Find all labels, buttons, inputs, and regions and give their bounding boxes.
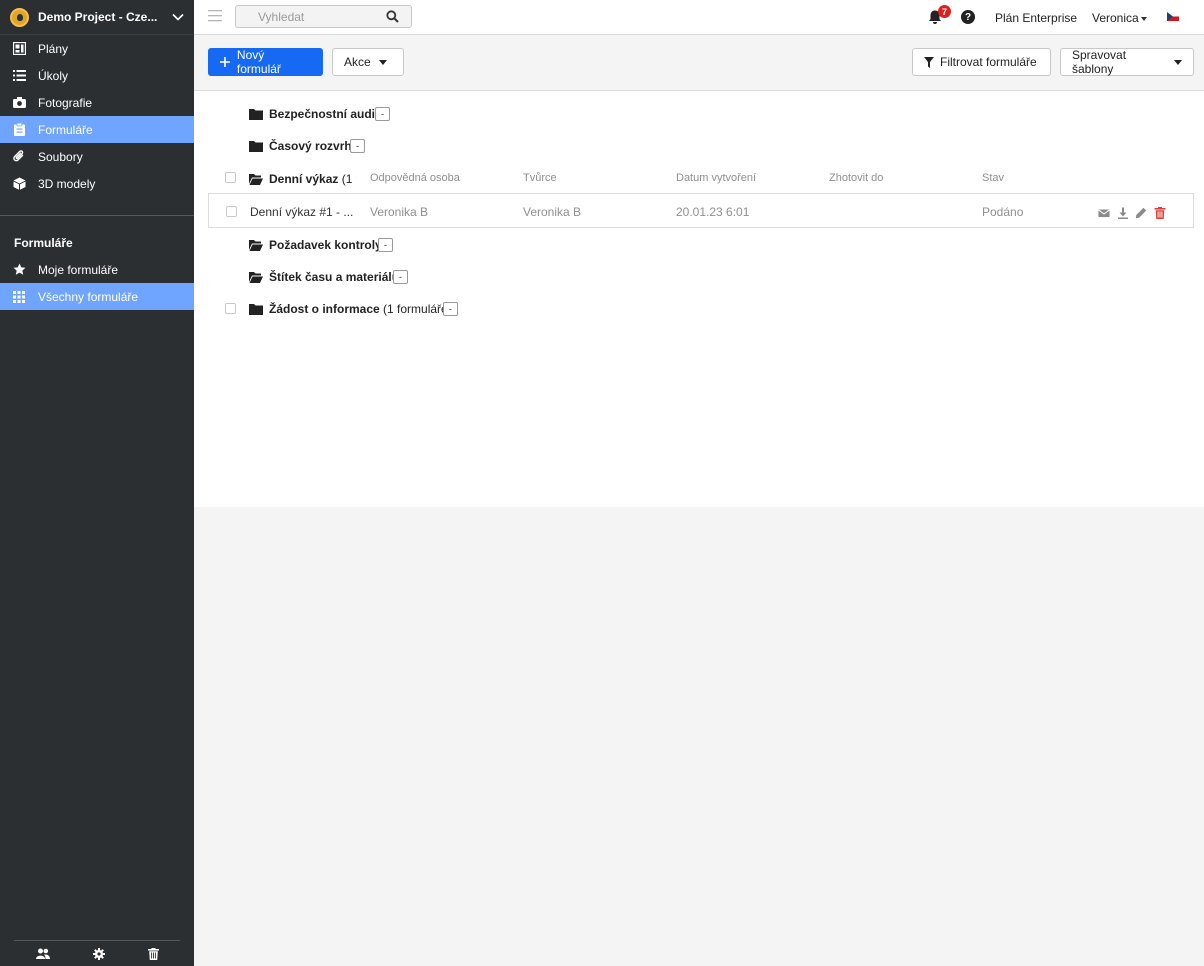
sidebar-footer <box>14 940 180 966</box>
sidebar-item-label: 3D modely <box>38 176 96 191</box>
folder-checkbox[interactable] <box>225 303 236 314</box>
actions-dropdown[interactable]: Akce <box>332 48 404 76</box>
plus-icon <box>220 57 230 67</box>
folder-count: (1 fo <box>341 172 356 186</box>
sidebar-item-label: Moje formuláře <box>38 262 119 277</box>
folder-collapse-button[interactable]: - <box>443 302 458 316</box>
star-icon <box>12 263 26 277</box>
folder-name: Bezpečnostní audit <box>269 107 380 121</box>
sidebar-item-files[interactable]: Soubory <box>0 143 194 170</box>
sidebar-item-3d-models[interactable]: 3D modely <box>0 170 194 197</box>
column-header-due[interactable]: Zhotovit do <box>829 172 883 184</box>
help-icon[interactable]: ? <box>961 10 975 24</box>
row-checkbox[interactable] <box>226 206 237 217</box>
form-name[interactable]: Denní výkaz #1 - ... <box>250 205 353 219</box>
plan-link[interactable]: Plán Enterprise <box>995 11 1077 25</box>
gear-icon[interactable] <box>92 947 105 960</box>
top-bar: 7 ? Plán Enterprise Veronica <box>194 0 1204 35</box>
column-header-creator[interactable]: Tvůrce <box>523 172 557 184</box>
sidebar-item-photos[interactable]: Fotografie <box>0 89 194 116</box>
sidebar-item-tasks[interactable]: Úkoly <box>0 62 194 89</box>
folder-icon <box>249 141 263 152</box>
caret-down-icon <box>378 59 387 65</box>
paperclip-icon <box>12 150 26 164</box>
column-header-assignee[interactable]: Odpovědná osoba <box>370 172 460 184</box>
clipboard-icon <box>12 123 26 137</box>
folder-collapse-button[interactable]: - <box>350 139 365 153</box>
column-header-status[interactable]: Stav <box>982 172 1004 184</box>
czech-flag-icon[interactable] <box>1167 12 1179 21</box>
filter-forms-button[interactable]: Filtrovat formuláře <box>912 48 1051 76</box>
folder-collapse-button[interactable]: - <box>378 238 393 252</box>
download-icon[interactable] <box>1117 207 1129 219</box>
email-icon[interactable] <box>1098 207 1110 219</box>
sidebar-item-my-forms[interactable]: Moje formuláře <box>0 256 194 283</box>
manage-templates-dropdown[interactable]: Spravovat šablony <box>1060 48 1194 76</box>
sidebar: Demo Project - Cze... Plány Úkoly Fotogr… <box>0 0 194 966</box>
caret-down-icon <box>1174 59 1182 65</box>
forms-toolbar: Nový formulář Akce Filtrovat formuláře S… <box>194 35 1204 91</box>
folder-open-icon <box>249 174 263 185</box>
sidebar-item-label: Formuláře <box>38 122 93 137</box>
forms-list: Bezpečnostní audit - Časový rozvrh - Den… <box>194 91 1204 507</box>
folder-open-icon <box>249 272 263 283</box>
folder-name: Denní výkaz (1 fo <box>269 172 356 186</box>
sidebar-section-title: Formuláře <box>14 236 73 250</box>
sidebar-item-plans[interactable]: Plány <box>0 35 194 62</box>
list-icon <box>12 69 26 83</box>
filter-icon <box>924 56 934 68</box>
trash-icon[interactable] <box>1154 207 1166 219</box>
project-logo-icon <box>10 7 29 27</box>
folder-name: Štítek času a materiálu <box>269 270 400 284</box>
users-icon[interactable] <box>35 948 50 959</box>
folder-name: Žádost o informace (1 formuláře) <box>269 302 452 316</box>
plans-icon <box>12 42 26 56</box>
sidebar-item-label: Soubory <box>38 149 83 164</box>
project-selector[interactable]: Demo Project - Cze... <box>0 0 194 35</box>
sidebar-item-label: Plány <box>38 41 69 56</box>
cube-icon <box>12 177 26 191</box>
form-created: 20.01.23 6:01 <box>676 205 750 219</box>
search-icon[interactable] <box>386 10 399 23</box>
folder-collapse-button[interactable]: - <box>393 270 408 284</box>
folder-open-icon <box>249 240 263 251</box>
pencil-icon[interactable] <box>1135 207 1147 219</box>
caret-down-icon[interactable] <box>1141 17 1147 21</box>
form-creator: Veronika B <box>523 205 582 219</box>
folder-count: (1 formuláře) <box>383 302 452 316</box>
form-assignee: Veronika B <box>370 205 429 219</box>
project-name: Demo Project - Cze... <box>38 10 158 24</box>
folder-collapse-button[interactable]: - <box>375 107 390 121</box>
form-status: Podáno <box>982 205 1024 219</box>
folder-name: Časový rozvrh <box>269 139 352 153</box>
sidebar-item-label: Úkoly <box>38 68 69 83</box>
actions-label: Akce <box>344 55 371 69</box>
new-form-button[interactable]: Nový formulář <box>208 48 323 76</box>
trash-icon[interactable] <box>147 947 159 960</box>
chevron-down-icon <box>172 13 184 21</box>
column-header-created[interactable]: Datum vytvoření <box>676 172 756 184</box>
sidebar-divider <box>0 215 194 216</box>
sidebar-item-label: Fotografie <box>38 95 93 110</box>
sidebar-item-label: Všechny formuláře <box>38 289 139 304</box>
sidebar-item-forms[interactable]: Formuláře <box>0 116 194 143</box>
sidebar-item-all-forms[interactable]: Všechny formuláře <box>0 283 194 310</box>
user-menu[interactable]: Veronica <box>1092 11 1139 25</box>
filter-forms-label: Filtrovat formuláře <box>940 55 1037 69</box>
grid-icon <box>12 290 26 304</box>
table-row[interactable]: Denní výkaz #1 - ... Veronika B Veronika… <box>208 193 1194 228</box>
manage-templates-label: Spravovat šablony <box>1072 48 1127 76</box>
folder-icon <box>249 304 263 315</box>
new-form-label: Nový formulář <box>236 48 281 76</box>
folder-icon <box>249 109 263 120</box>
hamburger-menu-icon[interactable] <box>208 10 222 22</box>
folder-name: Požadavek kontroly <box>269 238 382 252</box>
camera-icon <box>12 96 26 110</box>
notification-badge[interactable]: 7 <box>938 5 951 18</box>
folder-row-open[interactable]: Denní výkaz (1 fo <box>194 167 356 191</box>
